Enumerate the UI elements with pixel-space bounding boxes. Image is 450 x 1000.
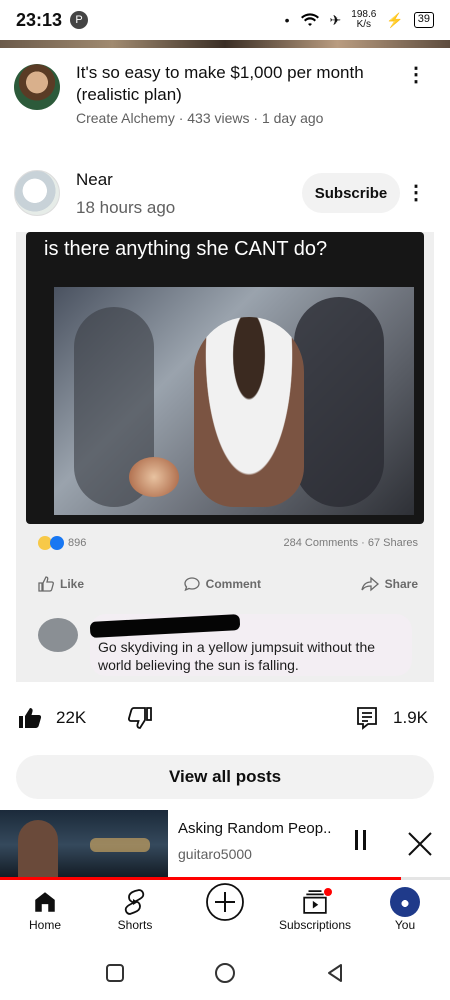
nav-label: Subscriptions: [278, 918, 352, 932]
video-title[interactable]: It's so easy to make $1,000 per month (r…: [76, 62, 386, 106]
airplane-icon: ✈: [329, 11, 342, 28]
share-icon: [361, 576, 379, 592]
pause-icon[interactable]: [348, 830, 372, 854]
home-icon: [35, 892, 55, 912]
clock: 23:13: [16, 9, 63, 30]
shorts-icon: [124, 889, 145, 915]
background-lights: [90, 838, 150, 852]
meme-photo: [54, 287, 414, 515]
nav-label: Shorts: [117, 918, 153, 932]
comment-text: Go skydiving in a yellow jumpsuit withou…: [98, 639, 376, 673]
post-more-icon[interactable]: ⋮: [404, 180, 428, 204]
reaction-stats: 896 284 Comments · 67 Shares: [38, 536, 418, 550]
mini-player[interactable]: Asking Random Peop.. guitaro5000: [0, 806, 450, 882]
home-button-icon[interactable]: [213, 961, 237, 985]
meme-card: is there anything she CANT do?: [26, 232, 424, 524]
nav-home[interactable]: Home: [0, 882, 90, 940]
comments-icon: [357, 707, 377, 730]
create-icon: [206, 883, 244, 921]
post-actions: 22K 1.9K: [0, 700, 450, 740]
nav-shorts[interactable]: Shorts: [90, 882, 180, 940]
post-author[interactable]: Near: [76, 170, 113, 190]
post-time: 18 hours ago: [76, 198, 176, 217]
comments-shares: 284 Comments · 67 Shares: [283, 537, 418, 549]
nav-create[interactable]: [180, 882, 270, 940]
background-person: [294, 297, 384, 507]
battery-icon: 39: [413, 12, 434, 28]
nav-subscriptions[interactable]: Subscriptions: [270, 882, 360, 940]
fb-comment: Go skydiving in a yellow jumpsuit withou…: [38, 614, 418, 678]
commenter-avatar: [38, 618, 78, 652]
system-nav-bar: [0, 946, 450, 1000]
performer: [194, 317, 304, 507]
comment-icon: [184, 577, 200, 592]
nav-label: Home: [28, 918, 61, 932]
post-author-avatar[interactable]: [14, 170, 60, 216]
like-reaction-icon: [50, 536, 64, 550]
wifi-icon: [300, 13, 319, 26]
progress-fill: [0, 877, 401, 880]
fb-like: Like: [38, 576, 84, 592]
thumbnail-person: [18, 820, 58, 880]
nav-you[interactable]: You: [360, 882, 450, 940]
bouquet: [129, 457, 179, 497]
post-header: Near 18 hours ago Subscribe ⋮: [0, 162, 450, 224]
notification-dot: [324, 888, 332, 896]
fb-share: Share: [361, 576, 418, 592]
subscribe-button[interactable]: Subscribe: [302, 173, 400, 213]
charging-icon: ⚡: [386, 11, 404, 28]
comment-count: 1.9K: [393, 708, 428, 727]
avatar: [390, 887, 420, 917]
meme-caption: is there anything she CANT do?: [44, 238, 328, 260]
bottom-nav: Home Shorts Subscriptions You: [0, 882, 450, 940]
reactions-count: 896: [68, 537, 87, 549]
close-icon[interactable]: [406, 830, 434, 858]
playback-progress: [0, 877, 450, 880]
mini-player-thumbnail[interactable]: [0, 810, 168, 880]
dot-icon: •: [284, 12, 290, 28]
like-count: 22K: [56, 708, 87, 727]
thumbs-up-icon: [38, 576, 54, 592]
previous-thumbnail-edge: [0, 40, 450, 48]
notification-icon: P: [70, 11, 89, 29]
back-icon[interactable]: [324, 962, 346, 984]
channel-avatar[interactable]: [14, 64, 60, 110]
view-all-posts-button[interactable]: View all posts: [16, 755, 434, 799]
like-button[interactable]: 22K: [18, 706, 86, 730]
post-image[interactable]: is there anything she CANT do? 896 284 C…: [16, 232, 434, 682]
fb-comment: Comment: [184, 576, 261, 592]
recents-icon[interactable]: [104, 962, 126, 984]
dislike-button[interactable]: [128, 706, 152, 735]
net-speed: 198.6 K/s: [351, 9, 377, 30]
status-bar: 23:13 P • ✈ 198.6 K/s ⚡ 39: [0, 0, 450, 40]
more-vert-icon[interactable]: ⋮: [404, 62, 428, 86]
status-icons: • ✈ 198.6 K/s ⚡ 39: [285, 10, 434, 30]
video-meta: Create Alchemy · 433 views · 1 day ago: [76, 110, 324, 126]
thumbs-up-icon: [19, 708, 42, 728]
mini-player-channel: guitaro5000: [178, 846, 252, 862]
video-item[interactable]: It's so easy to make $1,000 per month (r…: [0, 56, 450, 136]
nav-label: You: [394, 918, 416, 932]
fb-actions: Like Comment Share: [38, 576, 418, 592]
mini-player-title[interactable]: Asking Random Peop..: [178, 820, 331, 837]
comments-button[interactable]: 1.9K: [355, 706, 428, 730]
thumbs-down-icon: [128, 707, 152, 729]
